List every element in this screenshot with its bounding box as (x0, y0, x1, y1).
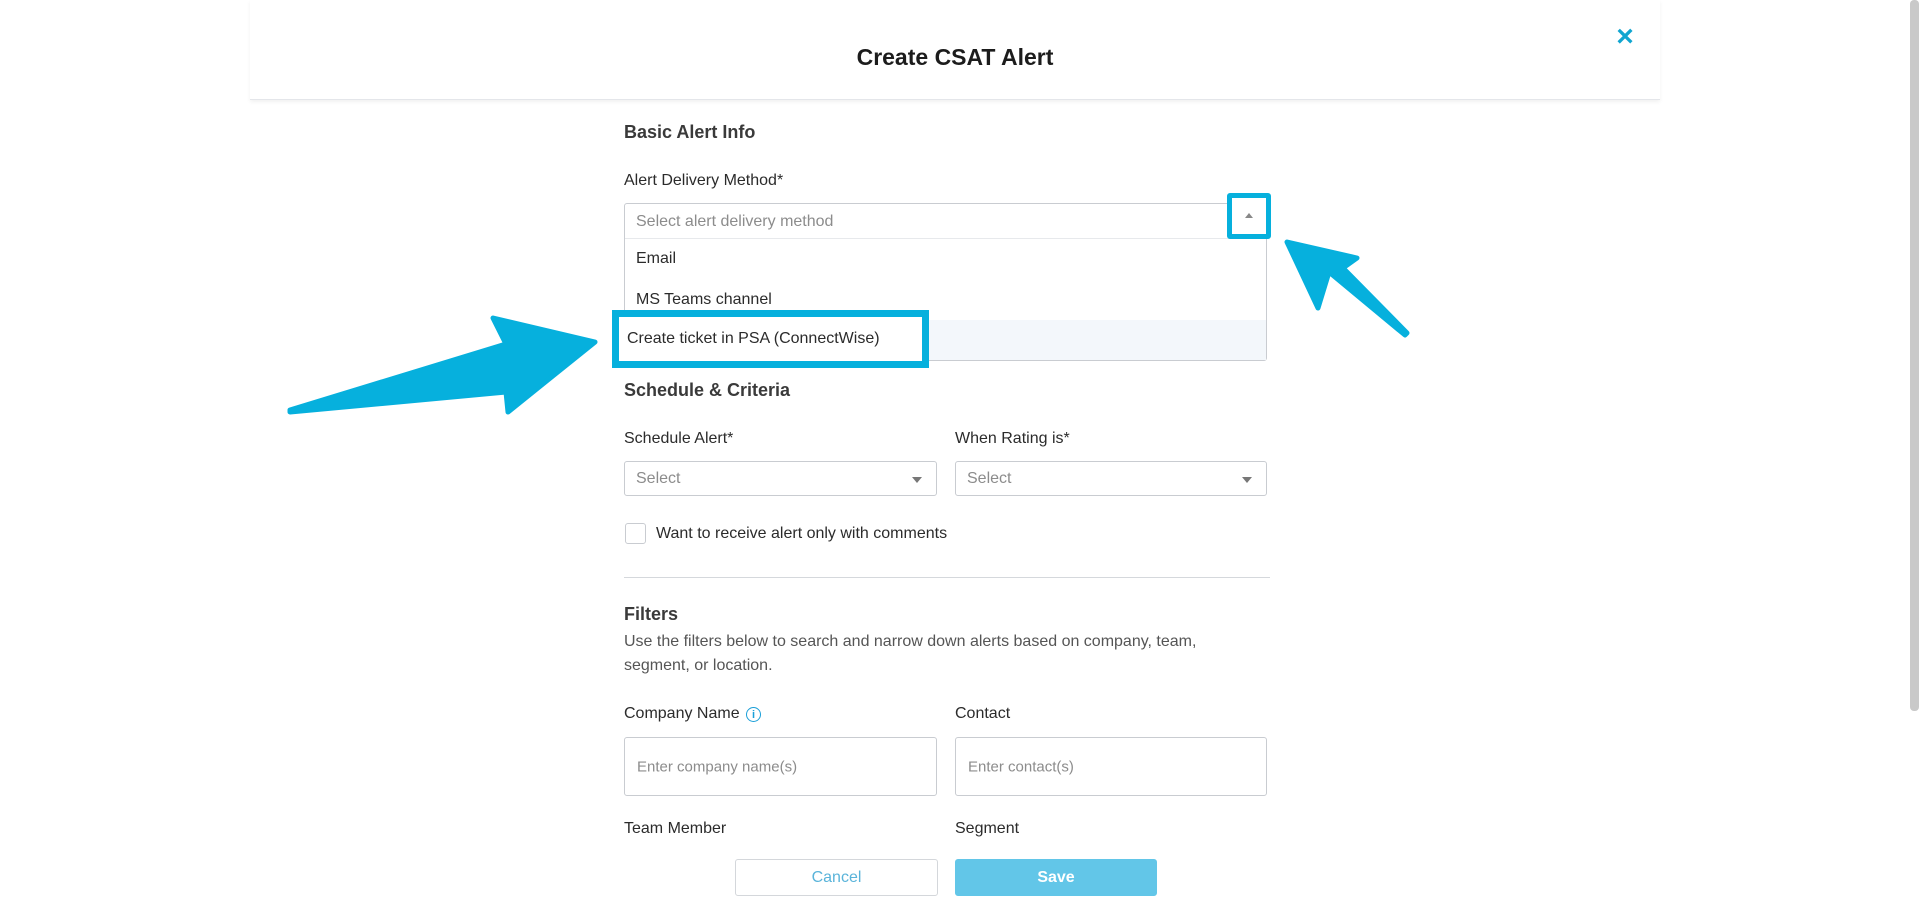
modal-title: Create CSAT Alert (856, 44, 1054, 70)
close-icon[interactable]: × (1612, 22, 1638, 52)
schedule-alert-value: Select (636, 469, 681, 487)
rating-value: Select (967, 469, 1012, 487)
comments-only-label: Want to receive alert only with comments (656, 525, 948, 542)
section-title-filters: Filters (624, 604, 679, 624)
chevron-down-icon (912, 476, 922, 483)
save-button[interactable]: Save (955, 859, 1157, 896)
company-name-label: Company Name (624, 705, 740, 722)
contact-label: Contact (955, 705, 1011, 722)
arrow-right-annotation (1284, 239, 1410, 338)
section-title-schedule: Schedule & Criteria (624, 380, 791, 400)
rating-select[interactable]: Select (955, 461, 1267, 496)
section-title-basic-info: Basic Alert Info (624, 122, 756, 142)
filters-description: Use the filters below to search and narr… (624, 633, 1197, 674)
segment-label: Segment (955, 820, 1020, 837)
team-member-label: Team Member (624, 820, 727, 837)
chevron-down-icon (1242, 476, 1252, 483)
company-name-input[interactable]: Enter company name(s) (624, 737, 937, 796)
dropdown-toggle-button[interactable] (1227, 193, 1271, 239)
option-email[interactable]: Email (625, 239, 1266, 279)
schedule-alert-select[interactable]: Select (624, 461, 937, 496)
rating-label: When Rating is* (955, 430, 1070, 447)
delivery-method-placeholder: Select alert delivery method (636, 213, 834, 230)
cancel-button[interactable]: Cancel (735, 859, 938, 896)
scrollbar[interactable] (1910, 0, 1919, 711)
option-create-ticket-psa-label: Create ticket in PSA (ConnectWise) (627, 330, 880, 347)
contact-input[interactable]: Enter contact(s) (955, 737, 1267, 796)
chevron-up-icon (1245, 213, 1253, 218)
info-icon[interactable]: i (746, 707, 761, 722)
divider (624, 577, 1270, 578)
delivery-method-label: Alert Delivery Method* (624, 172, 784, 189)
contact-placeholder: Enter contact(s) (968, 758, 1074, 775)
comments-only-checkbox[interactable] (625, 523, 646, 544)
schedule-alert-label: Schedule Alert* (624, 430, 734, 447)
modal-header: Create CSAT Alert (250, 0, 1660, 100)
arrow-left-annotation (287, 315, 598, 415)
option-create-ticket-psa[interactable]: Create ticket in PSA (ConnectWise) (612, 310, 929, 368)
delivery-method-input[interactable]: Select alert delivery method (625, 204, 1266, 239)
company-name-placeholder: Enter company name(s) (637, 758, 798, 775)
